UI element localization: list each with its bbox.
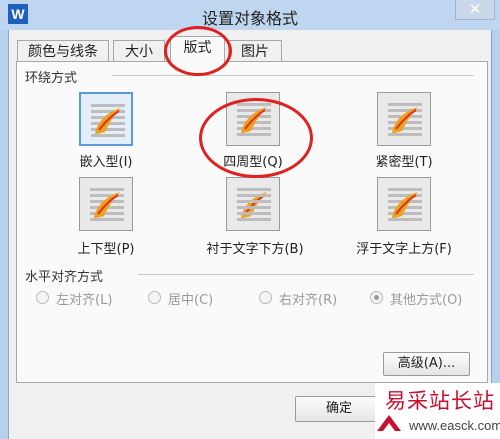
tab-picture[interactable]: 图片 xyxy=(228,40,282,62)
wrap-option-inline[interactable] xyxy=(79,92,133,146)
in-front-text-icon xyxy=(388,188,422,221)
watermark-logo-icon xyxy=(377,415,401,431)
align-center-label: 居中(C) xyxy=(168,293,214,308)
wrap-label-behind-text: 衬于文字下方(B) xyxy=(206,242,304,257)
wrap-option-top-bottom[interactable] xyxy=(79,177,133,231)
wrap-option-tight[interactable] xyxy=(377,92,431,146)
align-right-label: 右对齐(R) xyxy=(279,293,338,308)
align-left-label: 左对齐(L) xyxy=(56,293,113,308)
watermark-url: www.easck.com xyxy=(409,418,500,433)
ok-button[interactable]: 确定 xyxy=(295,396,383,422)
tight-wrap-icon xyxy=(388,103,422,136)
wrap-label-top-bottom: 上下型(P) xyxy=(77,242,135,257)
square-wrap-icon xyxy=(237,103,271,136)
align-other-label: 其他方式(O) xyxy=(390,293,463,308)
close-button[interactable]: ✕ xyxy=(455,0,495,20)
align-section-label: 水平对齐方式 xyxy=(25,266,108,285)
wrap-option-square[interactable] xyxy=(226,92,280,146)
align-right-radio[interactable] xyxy=(259,291,272,304)
inline-wrap-icon xyxy=(91,104,125,137)
advanced-button[interactable]: 高级(A)... xyxy=(383,352,470,376)
wrap-label-inline: 嵌入型(I) xyxy=(79,155,133,170)
align-other-radio[interactable] xyxy=(370,291,383,304)
wrap-label-tight: 紧密型(T) xyxy=(375,155,433,170)
wrap-section-divider xyxy=(112,75,474,76)
align-section-divider xyxy=(138,274,474,275)
behind-text-icon xyxy=(237,188,271,221)
wrap-option-in-front-text[interactable] xyxy=(377,177,431,231)
tab-color-lines[interactable]: 颜色与线条 xyxy=(17,40,109,62)
wrap-option-behind-text[interactable] xyxy=(226,177,280,231)
title-bar: W 设置对象格式 ✕ xyxy=(0,0,500,30)
tab-layout[interactable]: 版式 xyxy=(170,36,225,63)
site-watermark: 易采站长站 www.easck.com xyxy=(375,383,500,439)
wrap-label-square: 四周型(Q) xyxy=(223,155,283,170)
wrap-section-label: 环绕方式 xyxy=(25,67,82,86)
wrap-label-in-front-text: 浮于文字上方(F) xyxy=(356,242,452,257)
align-center-radio[interactable] xyxy=(148,291,161,304)
tab-size[interactable]: 大小 xyxy=(113,40,165,62)
align-left-radio[interactable] xyxy=(36,291,49,304)
top-bottom-wrap-icon xyxy=(90,188,124,221)
dialog-title: 设置对象格式 xyxy=(201,9,298,28)
